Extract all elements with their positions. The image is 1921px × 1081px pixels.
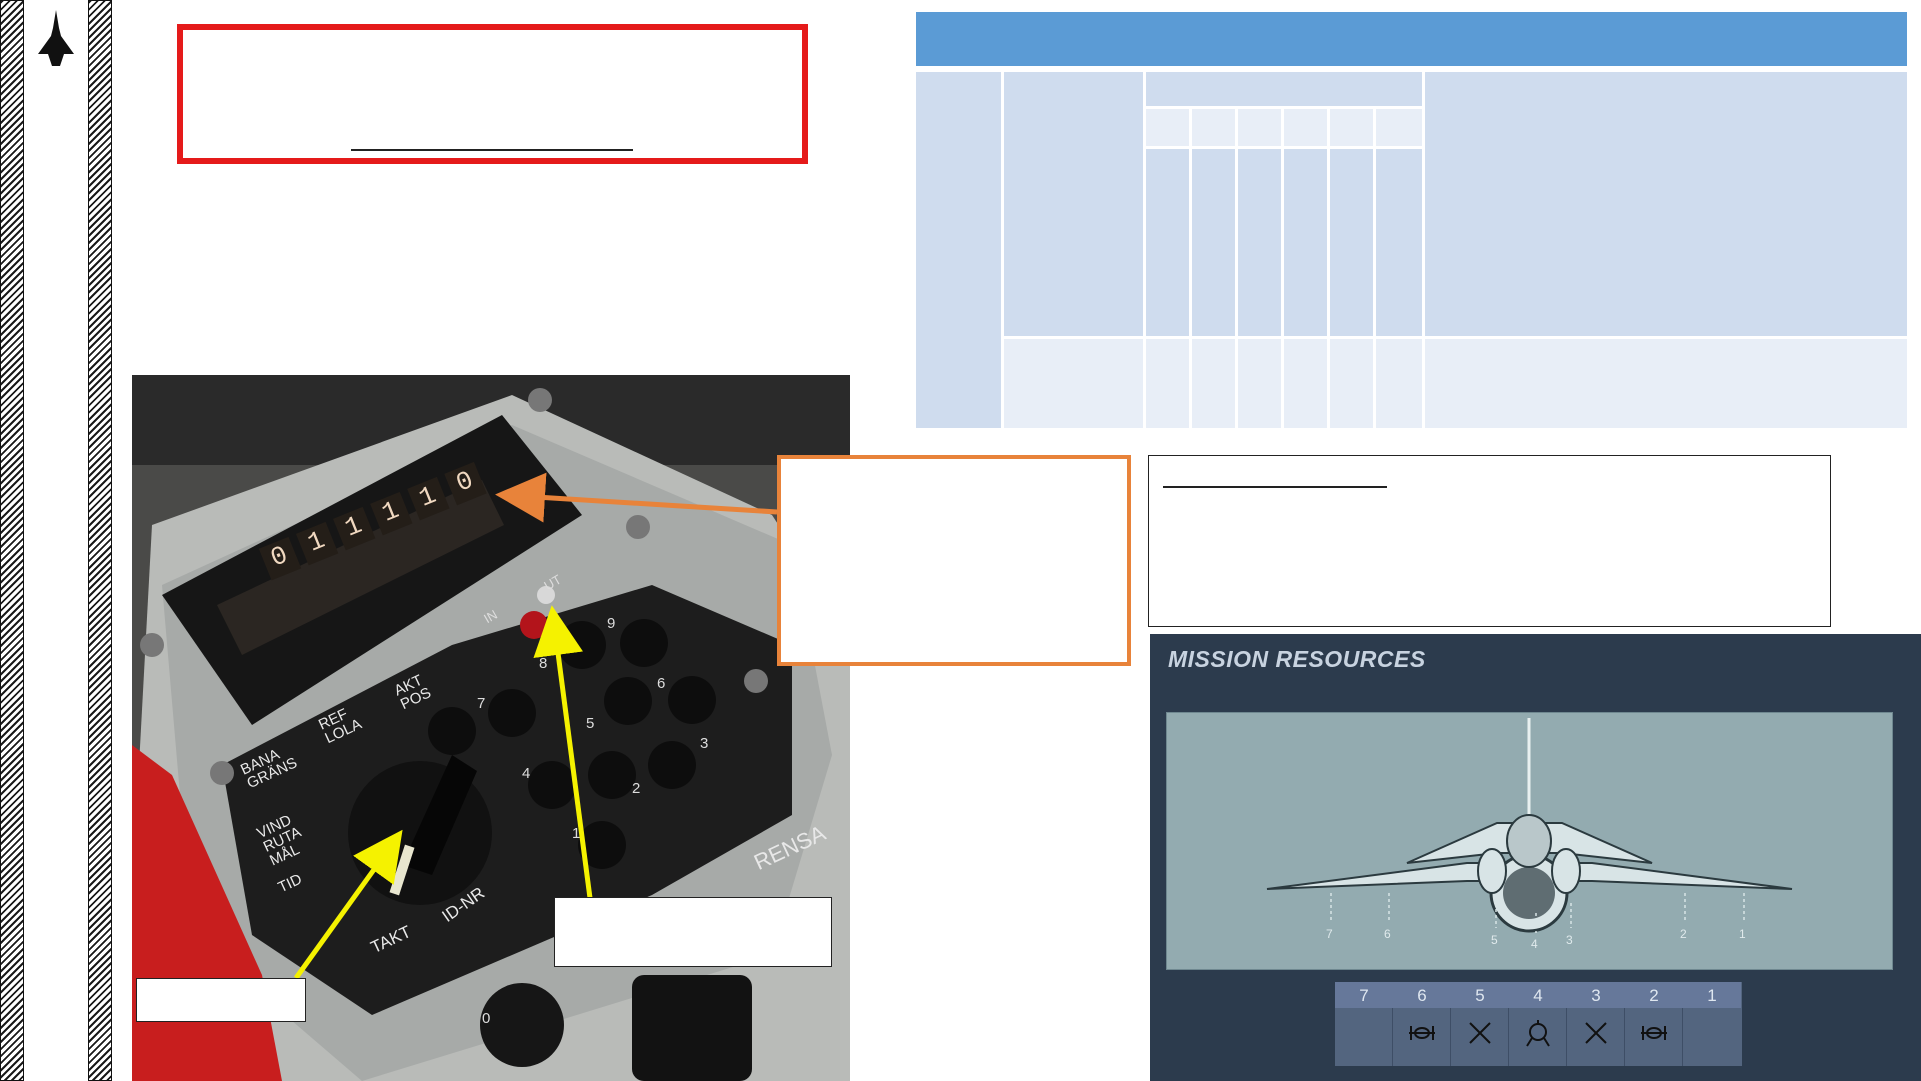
pylon-number: 6 (1417, 986, 1427, 1005)
pylon-number: 2 (1649, 986, 1659, 1005)
pylon-slot-4[interactable]: 4 (1509, 982, 1567, 1066)
mission-resources-panel: MISSION RESOURCES 7 6 5 4 3 2 1 7 6 5 4 … (1150, 634, 1921, 1081)
pylon-number: 1 (1707, 986, 1717, 1005)
pod-icon (1641, 1026, 1667, 1040)
aircraft-pylon-label: 5 (1491, 933, 1498, 947)
aircraft-pylon-label: 3 (1566, 933, 1573, 947)
aircraft-pylon-label: 7 (1326, 927, 1333, 941)
pylon-selector: 7 6 5 4 3 2 1 (1335, 982, 1742, 1066)
note-box (1148, 455, 1831, 627)
callout-box-knob (136, 978, 306, 1022)
orange-arrow (495, 472, 778, 523)
aircraft-pylon-label: 6 (1384, 927, 1391, 941)
pylon-slot-7[interactable]: 7 (1335, 982, 1393, 1066)
yellow-arrow-toggle (533, 605, 593, 899)
yellow-arrow-knob (293, 829, 403, 980)
pylon-number: 4 (1533, 986, 1543, 1005)
mission-resources-title: MISSION RESOURCES (1168, 646, 1426, 672)
pylon-slot-2[interactable]: 2 (1625, 982, 1683, 1066)
pod-icon (1409, 1026, 1435, 1040)
aircraft-front-icon (1266, 718, 1793, 933)
pylon-slot-1[interactable]: 1 (1683, 982, 1741, 1066)
cross-icon (1585, 1022, 1607, 1044)
note-underline (1163, 486, 1387, 488)
pylon-number: 3 (1591, 986, 1601, 1005)
pylon-number: 7 (1359, 986, 1369, 1005)
pylon-slot-6[interactable]: 6 (1393, 982, 1451, 1066)
aircraft-pylon-label: 2 (1680, 927, 1687, 941)
cross-icon (1469, 1022, 1491, 1044)
pylon-number: 5 (1475, 986, 1485, 1005)
pylon-slot-3[interactable]: 3 (1567, 982, 1625, 1066)
aircraft-pylon-label: 1 (1739, 927, 1746, 941)
aircraft-pylon-label: 4 (1531, 937, 1538, 951)
aircraft-loadout-view: 7 6 5 4 3 2 1 (1166, 712, 1893, 970)
pylon-slot-5[interactable]: 5 (1451, 982, 1509, 1066)
callout-box-display (777, 455, 1131, 666)
callout-box-toggle (554, 897, 832, 967)
tank-icon (1526, 1020, 1550, 1047)
